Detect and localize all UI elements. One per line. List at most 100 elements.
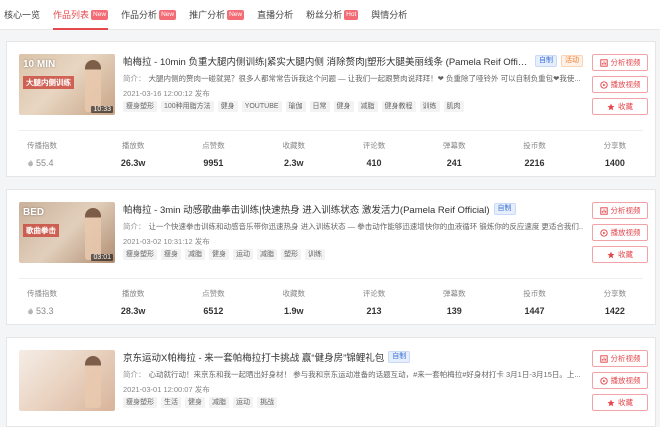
keyword-chip[interactable]: 减脂 <box>257 249 277 260</box>
nav-tab-badge: New <box>91 9 109 20</box>
keyword-chip[interactable]: 减脂 <box>209 397 229 408</box>
nav-tab-0[interactable]: 核心一览 <box>4 0 40 30</box>
metric-comments: 评论数 410 <box>334 140 414 168</box>
keyword-chip[interactable]: 健身教程 <box>381 101 416 112</box>
metric-label: 播放数 <box>121 289 145 298</box>
video-title[interactable]: 帕梅拉 - 10min 负重大腿内侧训练|紧实大腿内侧 消除赘肉|塑形大腿美丽线… <box>123 54 531 68</box>
nav-tab-5[interactable]: 粉丝分析 Hot <box>306 0 359 30</box>
metric-value: 241 <box>446 158 462 168</box>
keyword-chip[interactable]: 生活 <box>161 397 181 408</box>
keyword-chip[interactable]: YOUTUBE <box>241 101 282 112</box>
video-info: 帕梅拉 - 3min 动感歌曲拳击训练|快速热身 进入训练状态 激发活力(Pam… <box>123 202 583 260</box>
intro-label: 简介： <box>123 222 146 231</box>
keyword-chip[interactable]: 减脂 <box>185 249 205 260</box>
metric-coins: 投币数 2216 <box>494 140 574 168</box>
video-thumbnail[interactable] <box>19 350 115 411</box>
metrics-row: 传播指数 53.3 播放数 28.3w 点赞数 6512 收藏数 1.9w 评论… <box>7 288 655 316</box>
video-tag: 自制 <box>388 351 411 363</box>
keyword-chip[interactable]: 瑜伽 <box>285 101 306 112</box>
keyword-chip[interactable]: 肌肉 <box>443 101 464 112</box>
keyword-chip[interactable]: 100种用脂方法 <box>161 101 214 112</box>
play-icon <box>599 80 611 89</box>
metric-score: 传播指数 53.3 <box>7 288 93 316</box>
metric-value: 213 <box>366 306 382 316</box>
keyword-chip[interactable]: 健身 <box>185 397 205 408</box>
metric-shares: 分享数 1400 <box>575 140 655 168</box>
keyword-list: 瘦身塑形 100种用脂方法 健身 YOUTUBE 瑜伽 日常 健身 减脂 健身教程 训练 肌肉 <box>123 101 583 112</box>
nav-tab-3[interactable]: 推广分析 New <box>189 0 245 30</box>
star-icon <box>607 251 618 259</box>
metric-value: 2216 <box>524 158 545 168</box>
keyword-chip[interactable]: 瘦身塑形 <box>123 249 157 260</box>
metric-value: 6512 <box>203 306 224 316</box>
keyword-chip[interactable]: 减脂 <box>357 101 378 112</box>
card-divider <box>19 130 643 131</box>
play-video-button[interactable]: 播放视频 <box>592 372 648 389</box>
metric-label: 弹幕数 <box>443 289 466 298</box>
nav-tab-badge: Hot <box>344 9 359 20</box>
analyze-video-button[interactable]: 分析视频 <box>592 202 648 219</box>
top-navigation: 核心一览 作品列表 New 作品分析 New 推广分析 New 直播分析 粉丝分析 Hot 舆情分析 <box>0 0 660 30</box>
metric-favs: 收藏数 2.3w <box>254 140 334 168</box>
metric-plays: 播放数 26.3w <box>93 140 173 168</box>
video-thumbnail[interactable]: 10 MIN 大腿内侧训练 10:33 <box>19 54 115 115</box>
keyword-chip[interactable]: 日常 <box>309 101 330 112</box>
keyword-chip[interactable]: 瘦身 <box>161 249 181 260</box>
analyze-label: 分析视频 <box>610 58 641 67</box>
play-video-button[interactable]: 播放视频 <box>592 224 648 241</box>
nav-tab-2[interactable]: 作品分析 New <box>121 0 177 30</box>
video-thumbnail[interactable]: BED 歌曲拳击 03:01 <box>19 202 115 263</box>
action-buttons: 分析视频 播放视频 收藏 <box>592 350 648 416</box>
nav-tab-label: 推广分析 <box>189 10 226 20</box>
thumbnail-figure <box>85 356 101 408</box>
keyword-chip[interactable]: 挑战 <box>257 397 277 408</box>
analyze-label: 分析视频 <box>610 354 641 363</box>
metric-label: 传播指数 <box>27 289 57 298</box>
video-title[interactable]: 京东运动X帕梅拉 - 来一套帕梅拉打卡挑战 赢“健身房”锦鲤礼包 <box>123 350 384 364</box>
video-duration: 10:33 <box>91 106 113 113</box>
keyword-chip[interactable]: 训练 <box>419 101 440 112</box>
keyword-chip[interactable]: 瘦身塑形 <box>123 397 157 408</box>
play-label: 播放视频 <box>610 80 641 89</box>
keyword-chip[interactable]: 运动 <box>233 397 253 408</box>
collect-button[interactable]: 收藏 <box>592 98 648 115</box>
metric-shares: 分享数 1422 <box>575 288 655 316</box>
collect-button[interactable]: 收藏 <box>592 394 648 411</box>
nav-tab-badge: New <box>227 9 245 20</box>
keyword-chip[interactable]: 瘦身塑形 <box>123 101 157 112</box>
metric-label: 评论数 <box>362 289 386 298</box>
metric-value: 410 <box>366 158 382 168</box>
metric-score: 传播指数 55.4 <box>7 140 93 168</box>
keyword-chip[interactable]: 健身 <box>209 249 229 260</box>
video-intro: 简介： 心动就行动！来京东和我一起晒出好身材！ 参与我和京东运动准备的话题互动，#… <box>123 369 583 380</box>
nav-tab-4[interactable]: 直播分析 <box>257 0 293 30</box>
video-tag: 自制 <box>535 55 557 67</box>
video-card: 10 MIN 大腿内侧训练 10:33 帕梅拉 - 10min 负重大腿内侧训练|紧… <box>6 41 656 177</box>
metric-likes: 点赞数 6512 <box>173 288 253 316</box>
metric-danmu: 弹幕数 241 <box>414 140 494 168</box>
analyze-video-button[interactable]: 分析视频 <box>592 350 648 367</box>
keyword-chip[interactable]: 运动 <box>233 249 253 260</box>
keyword-chip[interactable]: 健身 <box>217 101 238 112</box>
metric-coins: 投币数 1447 <box>494 288 574 316</box>
publish-date: 2021-03-16 12:00:12 发布 <box>123 89 210 98</box>
intro-text: 心动就行动！来京东和我一起晒出好身材！ 参与我和京东运动准备的话题互动，#来一套… <box>148 370 581 379</box>
keyword-chip[interactable]: 健身 <box>333 101 354 112</box>
metric-value: 2.3w <box>283 158 304 168</box>
nav-tab-label: 粉丝分析 <box>306 10 343 20</box>
metric-comments: 评论数 213 <box>334 288 414 316</box>
collect-button[interactable]: 收藏 <box>592 246 648 263</box>
metric-label: 投币数 <box>523 141 546 150</box>
keyword-chip[interactable]: 训练 <box>305 249 325 260</box>
chart-icon <box>599 58 611 67</box>
star-icon <box>607 103 618 111</box>
analyze-video-button[interactable]: 分析视频 <box>592 54 648 71</box>
nav-tab-1[interactable]: 作品列表 New <box>53 0 109 30</box>
video-info: 京东运动X帕梅拉 - 来一套帕梅拉打卡挑战 赢“健身房”锦鲤礼包 自制 简介：心… <box>123 350 583 408</box>
nav-tab-6[interactable]: 舆情分析 <box>371 0 407 30</box>
video-title[interactable]: 帕梅拉 - 3min 动感歌曲拳击训练|快速热身 进入训练状态 激发活力(Pam… <box>123 202 490 216</box>
keyword-chip[interactable]: 塑形 <box>281 249 301 260</box>
metric-value: 26.3w <box>120 158 146 168</box>
metric-value: 1447 <box>524 306 545 316</box>
play-video-button[interactable]: 播放视频 <box>592 76 648 93</box>
